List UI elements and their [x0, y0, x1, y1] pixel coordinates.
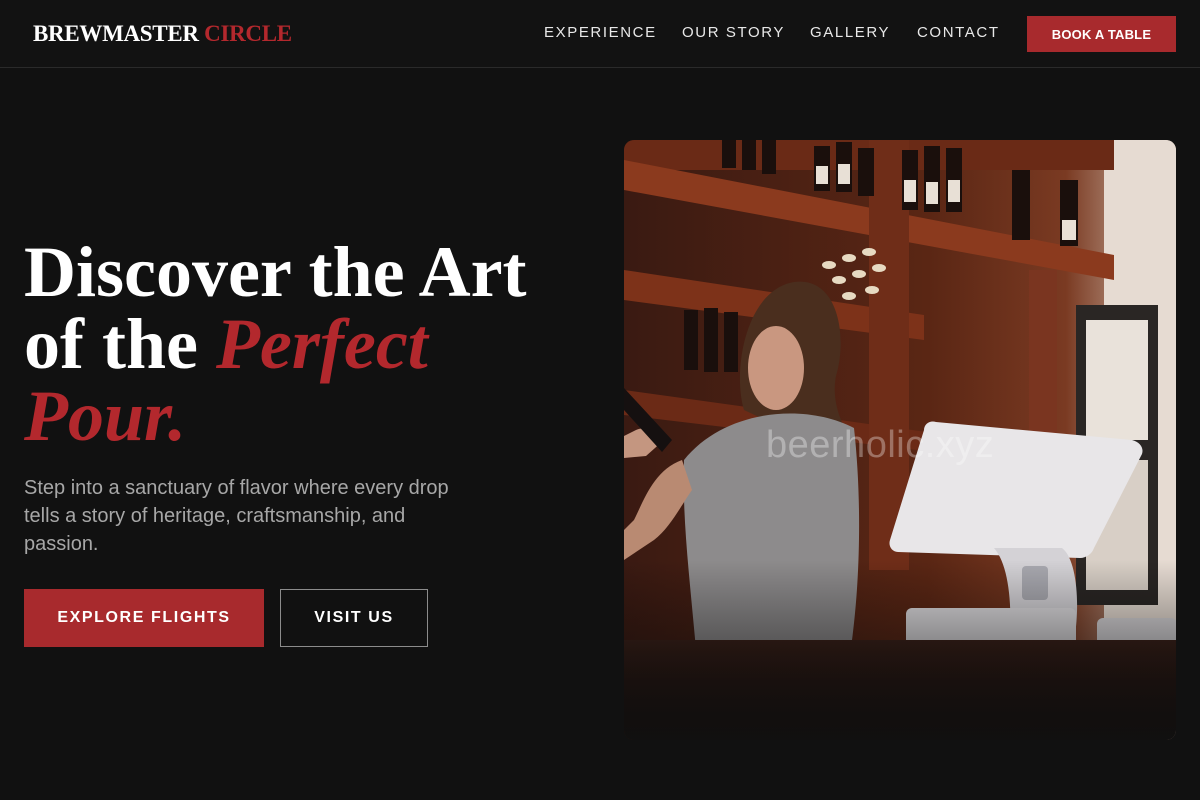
visit-us-button[interactable]: VISIT US [280, 589, 428, 647]
hero-title-accent-perfect: Perfect [215, 304, 428, 384]
image-watermark: beerholic.xyz [766, 424, 995, 466]
logo-text-main: BREWMASTER [33, 21, 199, 46]
nav-link-experience[interactable]: EXPERIENCE [544, 24, 657, 41]
brand-logo[interactable]: BREWMASTER CIRCLE [33, 21, 292, 47]
book-a-table-button[interactable]: BOOK A TABLE [1027, 16, 1176, 52]
hero-title-accent-pour: Pour. [24, 376, 187, 456]
hero-title-line-3: Pour. [24, 380, 584, 452]
hero-title: Discover the Art of the Perfect Pour. [24, 236, 584, 452]
hero-title-line-1: Discover the Art [24, 232, 527, 312]
hero-title-line-2: of the Perfect [24, 308, 584, 380]
hero-photo-bartender-at-bar: beerholic.xyz [624, 140, 1176, 740]
nav-link-our-story[interactable]: OUR STORY [682, 24, 785, 41]
nav-link-gallery[interactable]: GALLERY [810, 24, 890, 41]
explore-flights-button[interactable]: EXPLORE FLIGHTS [24, 589, 264, 647]
nav-link-contact[interactable]: CONTACT [917, 24, 1000, 41]
top-navigation-bar: BREWMASTER CIRCLE EXPERIENCE OUR STORY G… [0, 0, 1200, 68]
logo-text-accent: CIRCLE [204, 21, 292, 46]
hero-title-line-2-plain: of the [24, 304, 216, 384]
hero-subtitle: Step into a sanctuary of flavor where ev… [24, 477, 449, 555]
